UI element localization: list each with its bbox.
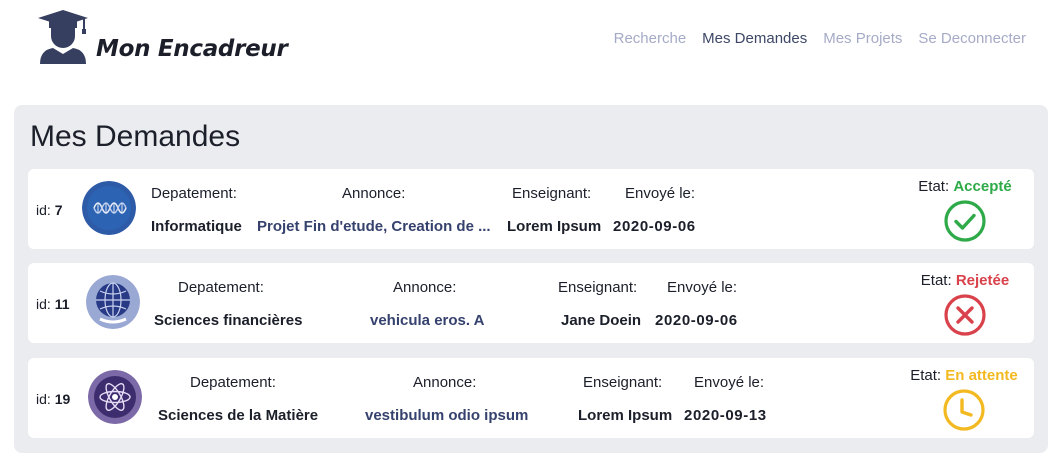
status-block: Etat: En attente <box>904 367 1024 432</box>
request-card: id: 19 Depatement: Sciences de la Matièr… <box>28 358 1034 438</box>
date-label: Envoyé le: <box>667 279 738 296</box>
departement-column: Depatement: Sciences financières <box>154 279 302 329</box>
brand-logo[interactable]: Mon Encadreur <box>34 8 294 68</box>
annonce-label: Annonce: <box>342 185 406 202</box>
check-circle-icon <box>944 200 986 242</box>
departement-column: Depatement: Sciences de la Matière <box>158 374 318 424</box>
departement-value: Sciences de la Matière <box>158 407 319 424</box>
date-column: Envoyé le: 2020-09-06 <box>613 185 696 235</box>
annonce-column: Annonce: vehicula eros. A <box>370 279 485 329</box>
annonce-link[interactable]: vehicula eros. A <box>370 312 485 329</box>
nav-recherche[interactable]: Recherche <box>606 30 695 47</box>
enseignant-label: Enseignant: <box>583 374 663 391</box>
status-badge: En attente <box>945 367 1018 384</box>
departement-column: Depatement: Informatique <box>151 185 242 235</box>
enseignant-value: Lorem Ipsum <box>507 218 602 235</box>
request-card: id: 7 Depatement: Informatique Annonce: … <box>28 169 1034 249</box>
request-id: id: 7 <box>36 202 62 218</box>
status-label: Etat: En attente <box>910 367 1018 384</box>
date-value: 2020-09-06 <box>613 218 696 235</box>
enseignant-label: Enseignant: <box>512 185 592 202</box>
requests-panel: Mes Demandes id: 7 Depatement: Informati… <box>14 105 1048 453</box>
annonce-link[interactable]: Projet Fin d'etude, Creation de ... <box>257 218 491 235</box>
departement-label: Depatement: <box>178 279 264 296</box>
enseignant-label: Enseignant: <box>558 279 638 296</box>
nav-mes-projets[interactable]: Mes Projets <box>815 30 910 47</box>
departement-label: Depatement: <box>151 185 237 202</box>
id-label: id: <box>36 391 51 407</box>
globe-icon <box>86 275 140 329</box>
annonce-label: Annonce: <box>413 374 477 391</box>
date-column: Envoyé le: 2020-09-13 <box>684 374 767 424</box>
status-block: Etat: Accepté <box>910 178 1020 243</box>
date-value: 2020-09-06 <box>655 312 738 329</box>
id-label: id: <box>36 202 51 218</box>
annonce-label: Annonce: <box>393 279 457 296</box>
enseignant-column: Enseignant: Lorem Ipsum <box>507 185 601 235</box>
x-circle-icon <box>944 294 986 336</box>
departement-label: Depatement: <box>190 374 276 391</box>
id-value: 11 <box>54 296 70 312</box>
status-label: Etat: Accepté <box>918 178 1012 195</box>
page-title: Mes Demandes <box>30 120 241 153</box>
date-label: Envoyé le: <box>625 185 696 202</box>
departement-value: Sciences financières <box>154 312 303 329</box>
clock-icon <box>943 389 985 431</box>
enseignant-column: Enseignant: Lorem Ipsum <box>578 374 672 424</box>
header: Mon Encadreur Recherche Mes Demandes Mes… <box>0 0 1062 90</box>
status-label: Etat: Rejetée <box>920 272 1010 289</box>
id-value: 7 <box>54 202 63 218</box>
annonce-link[interactable]: vestibulum odio ipsum <box>365 407 528 424</box>
atom-icon <box>88 370 142 424</box>
enseignant-value: Jane Doein <box>561 312 642 329</box>
graduate-icon <box>38 10 88 64</box>
id-label: id: <box>36 296 51 312</box>
status-badge: Accepté <box>953 178 1012 195</box>
date-label: Envoyé le: <box>694 374 765 391</box>
request-id: id: 11 <box>36 296 70 312</box>
id-value: 19 <box>54 391 71 407</box>
departement-value: Informatique <box>151 218 242 235</box>
brand-name: Mon Encadreur <box>96 36 288 62</box>
date-column: Envoyé le: 2020-09-06 <box>655 279 738 329</box>
request-id: id: 19 <box>36 391 70 407</box>
enseignant-column: Enseignant: Jane Doein <box>558 279 641 329</box>
nav-se-deconnecter[interactable]: Se Deconnecter <box>910 30 1034 47</box>
annonce-column: Annonce: Projet Fin d'etude, Creation de… <box>257 185 491 235</box>
enseignant-value: Lorem Ipsum <box>578 407 673 424</box>
date-value: 2020-09-13 <box>684 407 767 424</box>
status-block: Etat: Rejetée <box>910 272 1020 337</box>
status-badge: Rejetée <box>955 272 1010 289</box>
request-card: id: 11 Depatement: Sciences financières … <box>28 263 1034 343</box>
annonce-column: Annonce: vestibulum odio ipsum <box>365 374 528 424</box>
nav-mes-demandes[interactable]: Mes Demandes <box>694 30 815 47</box>
dna-wave-icon <box>82 181 136 235</box>
main-nav: Recherche Mes Demandes Mes Projets Se De… <box>606 30 1034 47</box>
